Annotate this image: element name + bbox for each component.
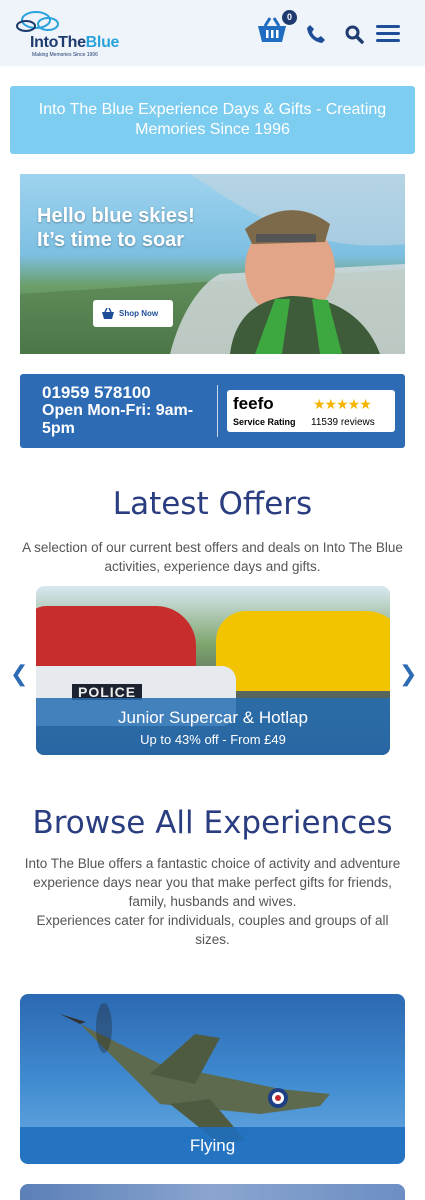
offer-image-supercar — [216, 611, 390, 691]
menu-button[interactable] — [376, 25, 400, 43]
latest-offers-heading: Latest Offers — [112, 486, 313, 522]
contact-divider — [217, 385, 218, 437]
menu-icon — [376, 25, 400, 42]
category-label: Flying — [20, 1127, 405, 1164]
browse-intro: Into The Blue offers a fantastic choice … — [24, 856, 401, 947]
shop-now-button[interactable]: Shop Now — [93, 300, 173, 327]
hero-glider-illustration — [20, 174, 405, 354]
hero-promo[interactable]: Hello blue skies! It’s time to soar Shop… — [20, 174, 405, 354]
latest-offers-intro: A selection of our current best offers a… — [22, 540, 403, 574]
basket-count-badge: 0 — [282, 10, 297, 25]
tagline-banner: Into The Blue Experience Days & Gifts - … — [10, 86, 415, 154]
phone-icon — [307, 25, 325, 43]
offers-prev-arrow[interactable]: ❮ — [10, 661, 28, 687]
search-button[interactable] — [345, 25, 364, 49]
category-card-next[interactable] — [20, 1184, 405, 1200]
feefo-stars: ★★★★★ — [313, 396, 372, 412]
feefo-rating-badge[interactable]: feefo Service Rating ★★★★★ 11539 reviews — [227, 390, 395, 432]
contact-opening-hours: Open Mon-Fri: 9am-5pm — [42, 402, 194, 437]
contact-phone-number[interactable]: 01959 578100 — [42, 383, 151, 403]
logo-wordmark: IntoTheBlue — [30, 34, 120, 51]
offer-card[interactable]: POLICE Junior Supercar & Hotlap Up to 43… — [36, 586, 390, 755]
site-header: IntoTheBlue Making Memories Since 1996 0 — [0, 0, 425, 66]
feefo-review-count: 11539 reviews — [311, 417, 375, 428]
offers-next-arrow[interactable]: ❯ — [399, 661, 417, 687]
site-logo[interactable]: IntoTheBlue Making Memories Since 1996 — [14, 10, 124, 58]
feefo-label: Service Rating — [233, 417, 296, 427]
offer-caption: Junior Supercar & Hotlap Up to 43% off -… — [36, 698, 390, 755]
basket-icon — [102, 308, 114, 319]
phone-button[interactable] — [306, 24, 326, 49]
hero-title: Hello blue skies! It’s time to soar — [37, 205, 195, 251]
browse-heading: Browse All Experiences — [32, 805, 393, 841]
offer-subtitle: Up to 43% off - From £49 — [140, 732, 286, 747]
offer-title: Junior Supercar & Hotlap — [118, 708, 308, 727]
logo-tagline: Making Memories Since 1996 — [32, 52, 98, 58]
feefo-logo: feefo — [233, 394, 274, 413]
contact-bar: 01959 578100 Open Mon-Fri: 9am-5pm feefo… — [20, 374, 405, 448]
search-icon — [345, 25, 364, 44]
category-card-flying[interactable]: Flying — [20, 994, 405, 1164]
